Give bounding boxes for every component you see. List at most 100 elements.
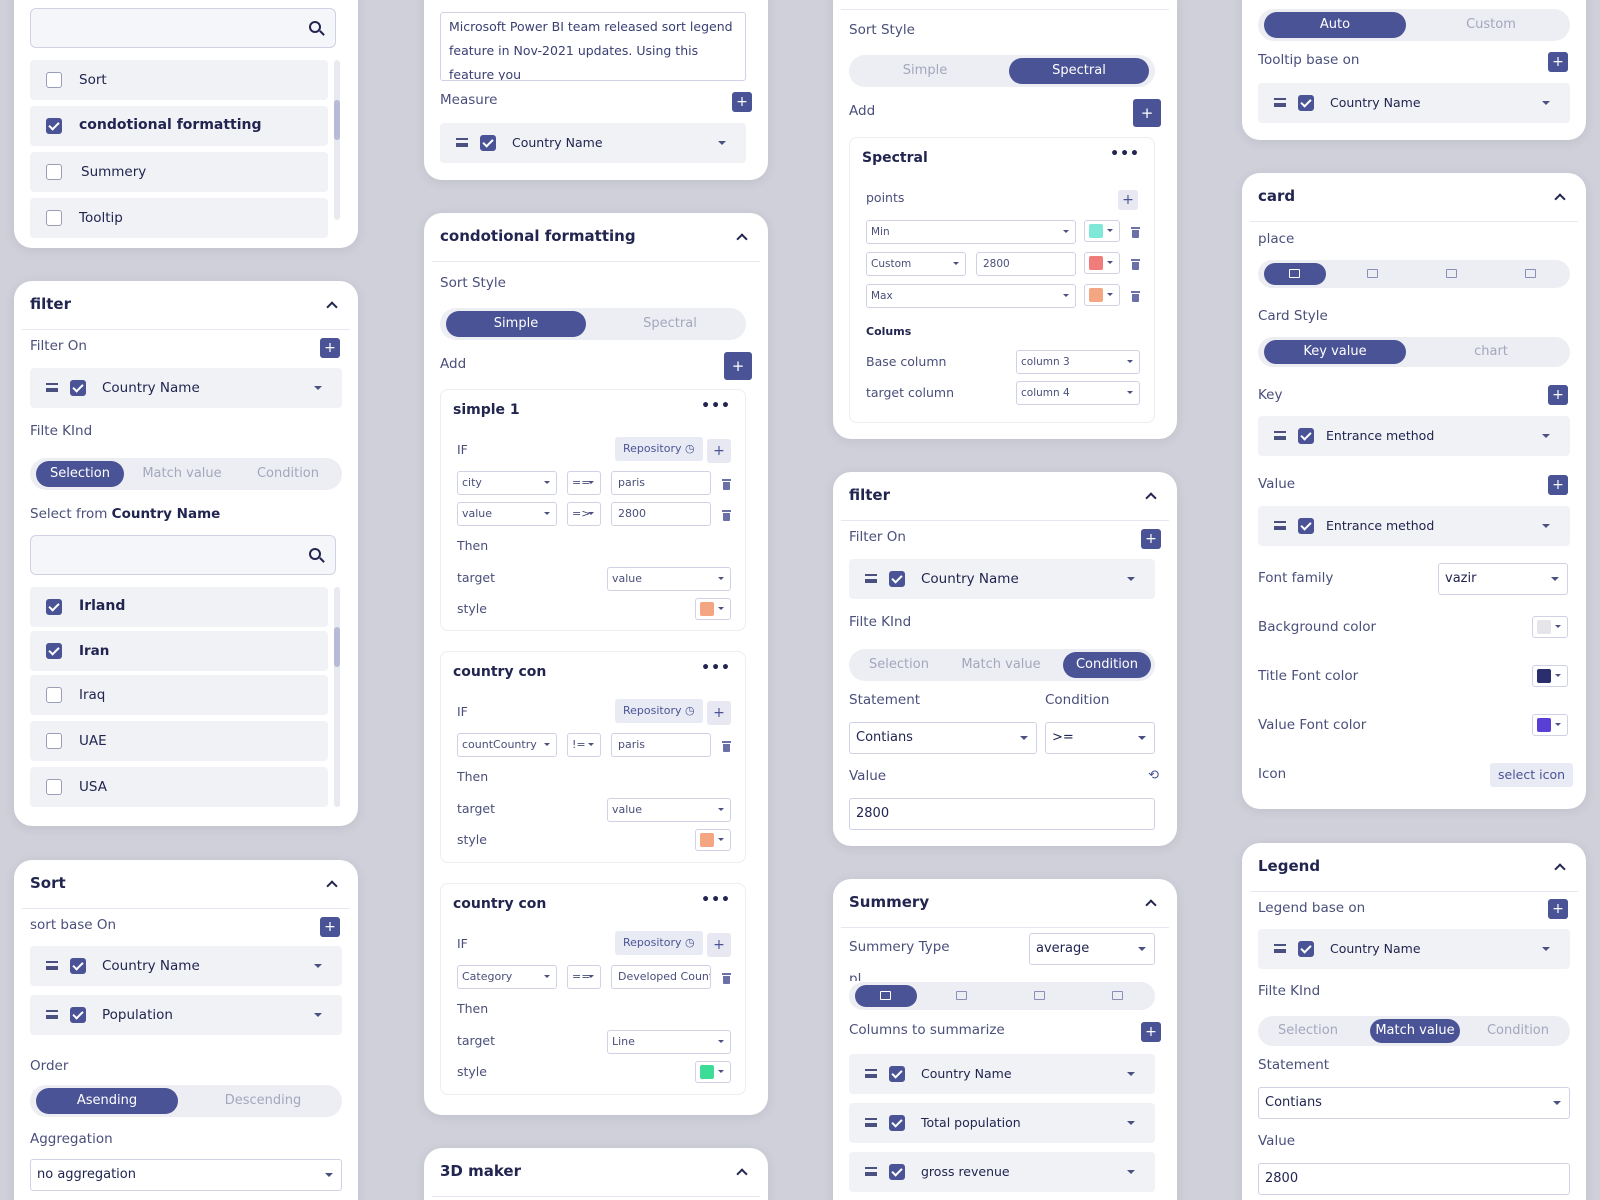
- place-option[interactable]: [1500, 263, 1562, 285]
- chevron-down-icon[interactable]: [1127, 1121, 1135, 1125]
- card-style-option[interactable]: chart: [1420, 340, 1562, 364]
- add-point-button[interactable]: +: [1118, 190, 1138, 210]
- drag-handle-icon[interactable]: [46, 383, 58, 392]
- style-color-select[interactable]: [695, 598, 731, 620]
- country-item[interactable]: UAE: [30, 721, 328, 761]
- kind-option[interactable]: Selection: [36, 461, 124, 487]
- drag-handle-icon[interactable]: [865, 1069, 877, 1078]
- collapse-chevron-icon[interactable]: [736, 233, 748, 245]
- legend-field-row[interactable]: Country Name: [1258, 929, 1570, 969]
- target-select[interactable]: value: [607, 798, 731, 822]
- repository-button[interactable]: Repository ◷: [615, 699, 703, 723]
- chevron-down-icon[interactable]: [314, 964, 322, 968]
- chevron-down-icon[interactable]: [1127, 1170, 1135, 1174]
- drag-handle-icon[interactable]: [865, 574, 877, 583]
- checkbox[interactable]: [70, 380, 86, 396]
- condition-value-input[interactable]: paris: [611, 471, 711, 495]
- checkbox[interactable]: [889, 1066, 905, 1082]
- add-rule-button[interactable]: +: [724, 352, 752, 380]
- country-search-input[interactable]: [30, 535, 336, 575]
- feature-item-summery[interactable]: Summery: [30, 152, 328, 192]
- value-input[interactable]: 2800: [849, 798, 1155, 830]
- kind-option[interactable]: Selection: [855, 652, 943, 678]
- trash-icon[interactable]: [1131, 227, 1140, 238]
- place-option[interactable]: [1342, 263, 1404, 285]
- place-option[interactable]: [1087, 985, 1149, 1007]
- drag-handle-icon[interactable]: [865, 1167, 877, 1176]
- drag-handle-icon[interactable]: [1274, 98, 1286, 107]
- add-filter-field-button[interactable]: +: [1141, 529, 1161, 549]
- checkbox[interactable]: [46, 118, 62, 134]
- style-color-select[interactable]: [695, 1061, 731, 1083]
- add-condition-button[interactable]: +: [707, 701, 731, 725]
- title-font-color-select[interactable]: [1532, 665, 1568, 687]
- condition-value-input[interactable]: paris: [611, 733, 711, 757]
- point-type-select[interactable]: Min: [866, 220, 1076, 244]
- collapse-chevron-icon[interactable]: [1145, 899, 1157, 911]
- kind-option[interactable]: Condition: [1472, 1019, 1564, 1043]
- kind-option[interactable]: Match value: [1370, 1019, 1460, 1043]
- checkbox[interactable]: [46, 733, 62, 749]
- condition-op-select[interactable]: =>: [567, 502, 601, 526]
- condition-field-select[interactable]: countCountry: [457, 733, 557, 757]
- kind-option[interactable]: Condition: [1063, 652, 1151, 678]
- summary-column-row[interactable]: gross revenue: [849, 1152, 1155, 1192]
- checkbox[interactable]: [70, 1007, 86, 1023]
- checkbox[interactable]: [480, 135, 496, 151]
- filter-field-row[interactable]: Country Name: [849, 559, 1155, 599]
- more-icon[interactable]: •••: [1110, 146, 1140, 162]
- chevron-down-icon[interactable]: [1542, 101, 1550, 105]
- drag-handle-icon[interactable]: [1274, 944, 1286, 953]
- feature-list-scrollbar[interactable]: [334, 60, 340, 220]
- point-color-select[interactable]: [1084, 284, 1120, 306]
- checkbox[interactable]: [46, 210, 62, 226]
- summary-column-row[interactable]: Country Name: [849, 1054, 1155, 1094]
- sort-field-row[interactable]: Country Name: [30, 946, 342, 986]
- summary-column-row[interactable]: Total population: [849, 1103, 1155, 1143]
- condition-op-select[interactable]: ==: [567, 471, 601, 495]
- trash-icon[interactable]: [722, 479, 731, 490]
- add-tooltip-field-button[interactable]: +: [1548, 52, 1568, 72]
- measure-field-row[interactable]: Country Name: [440, 123, 746, 163]
- country-item[interactable]: USA: [30, 767, 328, 807]
- chevron-down-icon[interactable]: [314, 386, 322, 390]
- chevron-down-icon[interactable]: [718, 141, 726, 145]
- add-sort-field-button[interactable]: +: [320, 917, 340, 937]
- value-field-row[interactable]: Entrance method: [1258, 506, 1570, 546]
- font-family-select[interactable]: vazir: [1438, 563, 1568, 595]
- checkbox[interactable]: [46, 599, 62, 615]
- summery-type-select[interactable]: average: [1029, 933, 1155, 965]
- condition-value-input[interactable]: Developed Countr: [611, 965, 711, 989]
- target-select[interactable]: Line: [607, 1030, 731, 1054]
- add-value-button[interactable]: +: [1548, 475, 1568, 495]
- drag-handle-icon[interactable]: [46, 1010, 58, 1019]
- more-icon[interactable]: •••: [701, 892, 731, 908]
- drag-handle-icon[interactable]: [1274, 521, 1286, 530]
- add-filter-field-button[interactable]: +: [320, 338, 340, 358]
- drag-handle-icon[interactable]: [865, 1118, 877, 1127]
- add-column-button[interactable]: +: [1141, 1022, 1161, 1042]
- condition-field-select[interactable]: value: [457, 502, 557, 526]
- value-font-color-select[interactable]: [1532, 714, 1568, 736]
- checkbox[interactable]: [1298, 941, 1314, 957]
- target-select[interactable]: value: [607, 567, 731, 591]
- feature-search-input[interactable]: [30, 8, 336, 48]
- add-condition-button[interactable]: +: [707, 439, 731, 463]
- statement-select[interactable]: Contians: [1258, 1087, 1570, 1119]
- trash-icon[interactable]: [722, 973, 731, 984]
- more-icon[interactable]: •••: [701, 398, 731, 414]
- condition-value-input[interactable]: 2800: [611, 502, 711, 526]
- bg-color-select[interactable]: [1532, 616, 1568, 638]
- style-option[interactable]: Spectral: [1009, 58, 1149, 84]
- value-input[interactable]: 2800: [1258, 1163, 1570, 1195]
- collapse-chevron-icon[interactable]: [326, 301, 338, 313]
- place-option[interactable]: [1009, 985, 1071, 1007]
- checkbox[interactable]: [889, 571, 905, 587]
- add-key-button[interactable]: +: [1548, 385, 1568, 405]
- drag-handle-icon[interactable]: [46, 961, 58, 970]
- condition-field-select[interactable]: Category: [457, 965, 557, 989]
- condition-field-select[interactable]: city: [457, 471, 557, 495]
- feature-item-conditional-formatting[interactable]: condotional formatting: [30, 106, 328, 146]
- chevron-down-icon[interactable]: [1127, 577, 1135, 581]
- condition-select[interactable]: >=: [1045, 722, 1155, 754]
